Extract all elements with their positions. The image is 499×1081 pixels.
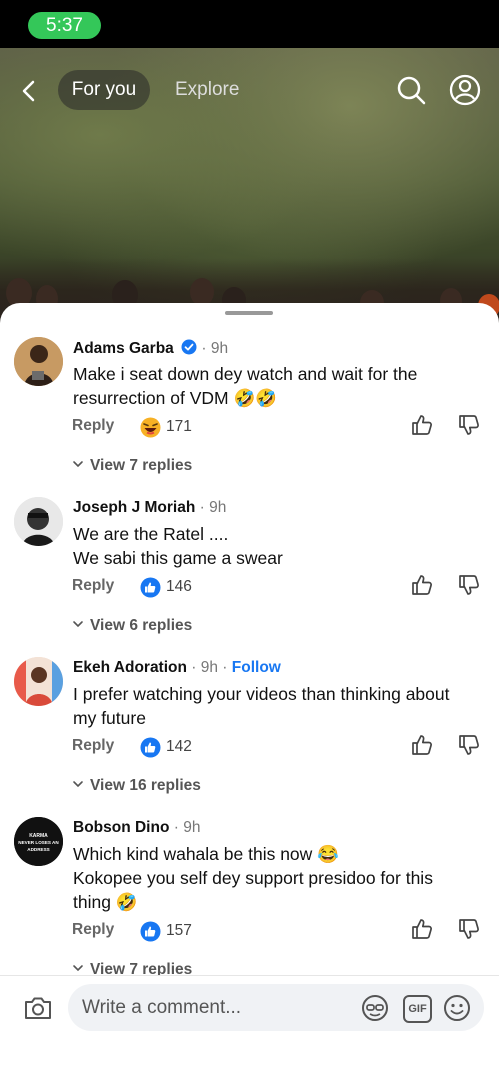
reaction-count: 171: [166, 418, 192, 435]
comment-line: I prefer watching your videos than think…: [73, 684, 450, 704]
avatar[interactable]: [14, 337, 63, 386]
thumbs-up-icon[interactable]: [410, 917, 434, 941]
haha-reaction-icon: [140, 417, 161, 437]
comment-author[interactable]: Bobson Dino: [73, 819, 169, 836]
reaction-count: 142: [166, 738, 192, 755]
thumbs-up-icon[interactable]: [410, 413, 434, 437]
reaction-summary[interactable]: 142: [140, 735, 192, 759]
search-icon[interactable]: [394, 73, 428, 107]
comment-actions: Reply 142: [72, 735, 492, 759]
comment-text: We are the Ratel .... We sabi this game …: [73, 522, 488, 570]
avatar[interactable]: KARMA NEVER LOSES AN ADDRESS: [14, 817, 63, 866]
reaction-count: 157: [166, 922, 192, 939]
thumbs-up-icon[interactable]: [410, 733, 434, 757]
sheet-grabber[interactable]: [225, 311, 273, 315]
tab-explore[interactable]: Explore: [175, 70, 239, 110]
avatar-karma-logo: KARMA NEVER LOSES AN ADDRESS: [14, 817, 63, 866]
follow-button[interactable]: Follow: [232, 659, 281, 676]
avatar-text: KARMA: [29, 833, 48, 839]
view-replies-label: View 7 replies: [90, 457, 193, 474]
video-figure: [190, 278, 214, 306]
thumbs-up-icon[interactable]: [410, 573, 434, 597]
comment-composer: Write a comment... GIF: [0, 975, 499, 1081]
reaction-summary[interactable]: 171: [140, 415, 192, 439]
thumbs-down-icon[interactable]: [457, 733, 481, 757]
avatar-photo: [14, 497, 63, 546]
avatar-text: ADDRESS: [27, 847, 49, 852]
back-arrow-icon[interactable]: [14, 76, 44, 106]
reaction-count: 146: [166, 578, 192, 595]
comment-actions: Reply 146: [72, 575, 492, 599]
comment-time: · 9h ·: [191, 659, 228, 676]
comment-time: · 9h: [173, 819, 201, 836]
comment-meta: Bobson Dino · 9h: [73, 819, 200, 837]
chevron-down-icon: [73, 965, 83, 972]
reaction-summary[interactable]: 157: [140, 919, 192, 943]
view-replies-label: View 6 replies: [90, 617, 193, 634]
camera-icon[interactable]: [22, 992, 54, 1024]
comment-actions: Reply 171: [72, 415, 492, 439]
tab-for-you[interactable]: For you: [58, 70, 150, 110]
comment-text: Make i seat down dey watch and wait for …: [73, 362, 488, 410]
view-replies-link[interactable]: View 16 replies: [72, 777, 201, 795]
status-bar: 5:37: [0, 0, 499, 48]
avatar[interactable]: [14, 657, 63, 706]
comment-text: I prefer watching your videos than think…: [73, 682, 488, 730]
comment-line: resurrection of VDM 🤣🤣: [73, 388, 278, 408]
verified-badge-icon: [181, 339, 197, 355]
gif-icon[interactable]: GIF: [402, 993, 432, 1023]
comment-line: Kokopee you self dey support presidoo fo…: [73, 868, 433, 888]
comment-meta: Ekeh Adoration · 9h · Follow: [73, 659, 281, 677]
avatar-sticker-icon[interactable]: [360, 993, 390, 1023]
comment-actions: Reply 157: [72, 919, 492, 943]
thumbs-down-icon[interactable]: [457, 413, 481, 437]
thumbs-down-icon[interactable]: [457, 573, 481, 597]
comment-input-placeholder: Write a comment...: [82, 997, 242, 1018]
profile-icon[interactable]: [448, 73, 482, 107]
thumbs-down-icon[interactable]: [457, 917, 481, 941]
avatar-photo: [14, 657, 63, 706]
comment-author[interactable]: Ekeh Adoration: [73, 659, 187, 676]
comment-meta: Joseph J Moriah · 9h: [73, 499, 226, 517]
comments-sheet: Adams Garba · 9h Make i seat down dey wa…: [0, 303, 499, 1080]
comment-line: Make i seat down dey watch and wait for …: [73, 364, 418, 384]
comment-text: Which kind wahala be this now 😂 Kokopee …: [73, 842, 488, 914]
comment-line: my future: [73, 708, 146, 728]
like-reaction-icon: [140, 921, 161, 941]
comment-time: · 9h: [199, 499, 227, 516]
chevron-down-icon: [73, 621, 83, 628]
reply-button[interactable]: Reply: [72, 417, 114, 435]
reply-button[interactable]: Reply: [72, 921, 114, 939]
view-replies-link[interactable]: View 7 replies: [72, 457, 192, 475]
view-replies-link[interactable]: View 6 replies: [72, 617, 192, 635]
comment-line: We are the Ratel ....: [73, 524, 229, 544]
chevron-down-icon: [73, 781, 83, 788]
reply-button[interactable]: Reply: [72, 577, 114, 595]
like-reaction-icon: [140, 737, 161, 757]
avatar-photo: [14, 337, 63, 386]
comment-line: Which kind wahala be this now 😂: [73, 844, 339, 864]
avatar[interactable]: [14, 497, 63, 546]
status-time: 5:37: [28, 12, 101, 39]
top-nav: For you Explore: [0, 68, 499, 112]
like-reaction-icon: [140, 577, 161, 597]
view-replies-label: View 16 replies: [90, 777, 201, 794]
chevron-down-icon: [73, 461, 83, 468]
comment-author[interactable]: Adams Garba: [73, 340, 174, 357]
comment-line: We sabi this game a swear: [73, 548, 283, 568]
emoji-icon[interactable]: [442, 993, 472, 1023]
comment-meta: Adams Garba · 9h: [73, 339, 228, 358]
comment-author[interactable]: Joseph J Moriah: [73, 499, 195, 516]
gif-label: GIF: [403, 995, 432, 1023]
avatar-text: NEVER LOSES AN: [18, 840, 59, 845]
comment-line: thing 🤣: [73, 892, 138, 912]
comment-time: · 9h: [201, 340, 229, 357]
comment-input[interactable]: Write a comment... GIF: [68, 984, 484, 1031]
reaction-summary[interactable]: 146: [140, 575, 192, 599]
reply-button[interactable]: Reply: [72, 737, 114, 755]
